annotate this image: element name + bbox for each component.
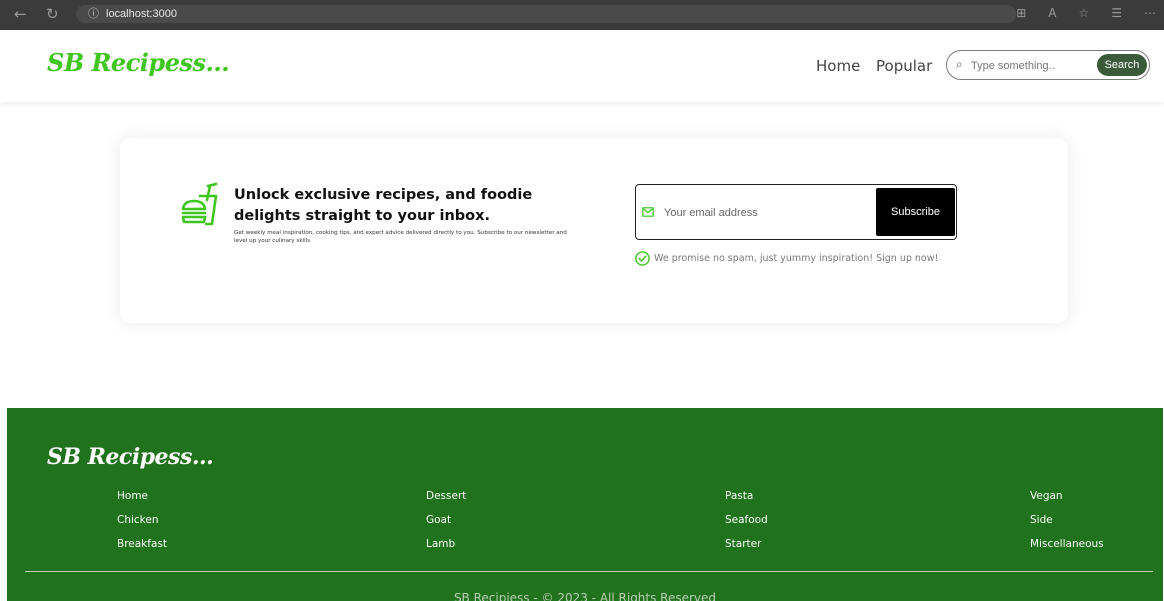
mail-icon xyxy=(642,207,654,217)
copyright-text: SB Recipiess - © 2023 - All Rights Reser… xyxy=(453,591,717,601)
search-button[interactable]: Search xyxy=(1097,54,1147,76)
browser-toolbar: ← ↻ ⓘ localhost:3000 ⊞ A ☆ ☰ ⋯ xyxy=(0,0,1164,30)
footer-link-home[interactable]: Home xyxy=(117,490,148,502)
apps-icon[interactable]: ⊞ xyxy=(1016,6,1026,20)
search-input[interactable] xyxy=(969,56,1093,76)
info-icon[interactable]: ⓘ xyxy=(88,5,99,23)
search-icon: ⌕ xyxy=(956,57,963,71)
favorites-bar-icon[interactable]: ☰ xyxy=(1111,6,1122,20)
site-navbar: SB Recipess... Home Popular ⌕ Search xyxy=(0,30,1164,102)
footer-link-lamb[interactable]: Lamb xyxy=(426,538,455,550)
footer-link-seafood[interactable]: Seafood xyxy=(725,514,768,526)
footer-link-side[interactable]: Side xyxy=(1030,514,1053,526)
footer-link-dessert[interactable]: Dessert xyxy=(426,490,466,502)
search-bar: ⌕ Search xyxy=(946,50,1150,80)
site-logo[interactable]: SB Recipess... xyxy=(47,48,230,77)
email-form: Subscribe xyxy=(635,184,957,240)
footer-link-chicken[interactable]: Chicken xyxy=(117,514,159,526)
nav-link-popular[interactable]: Popular xyxy=(876,57,932,75)
address-url: localhost:3000 xyxy=(106,8,177,20)
browser-actions: ⊞ A ☆ ☰ ⋯ xyxy=(1016,6,1156,20)
footer-logo[interactable]: SB Recipess... xyxy=(47,444,214,470)
footer-link-goat[interactable]: Goat xyxy=(426,514,451,526)
newsletter-description: Get weekly meal inspiration, cooking tip… xyxy=(234,230,567,244)
no-spam-text: We promise no spam, just yummy inspirati… xyxy=(654,253,939,264)
footer-link-miscellaneous[interactable]: Miscellaneous xyxy=(1030,538,1104,550)
site-footer: SB Recipess... Home Chicken Breakfast De… xyxy=(7,408,1163,601)
no-spam-note: We promise no spam, just yummy inspirati… xyxy=(635,251,938,266)
footer-divider xyxy=(25,571,1153,572)
address-bar[interactable]: ⓘ localhost:3000 xyxy=(76,5,1016,23)
back-arrow-icon[interactable]: ← xyxy=(14,5,27,23)
footer-link-breakfast[interactable]: Breakfast xyxy=(117,538,167,550)
read-aloud-icon[interactable]: A xyxy=(1048,6,1056,20)
nav-link-home[interactable]: Home xyxy=(816,57,860,75)
subscribe-button[interactable]: Subscribe xyxy=(876,188,955,236)
email-input[interactable] xyxy=(662,203,866,223)
more-options-icon[interactable]: ⋯ xyxy=(1144,6,1156,20)
newsletter-title: Unlock exclusive recipes, and foodie del… xyxy=(234,187,533,224)
burger-drink-icon xyxy=(181,182,218,226)
newsletter-card: Unlock exclusive recipes, and foodie del… xyxy=(120,138,1068,323)
footer-link-starter[interactable]: Starter xyxy=(725,538,761,550)
refresh-icon[interactable]: ↻ xyxy=(46,5,59,23)
footer-link-vegan[interactable]: Vegan xyxy=(1030,490,1063,502)
favorite-star-icon[interactable]: ☆ xyxy=(1078,6,1089,20)
footer-link-pasta[interactable]: Pasta xyxy=(725,490,753,502)
check-circle-icon xyxy=(635,251,650,266)
